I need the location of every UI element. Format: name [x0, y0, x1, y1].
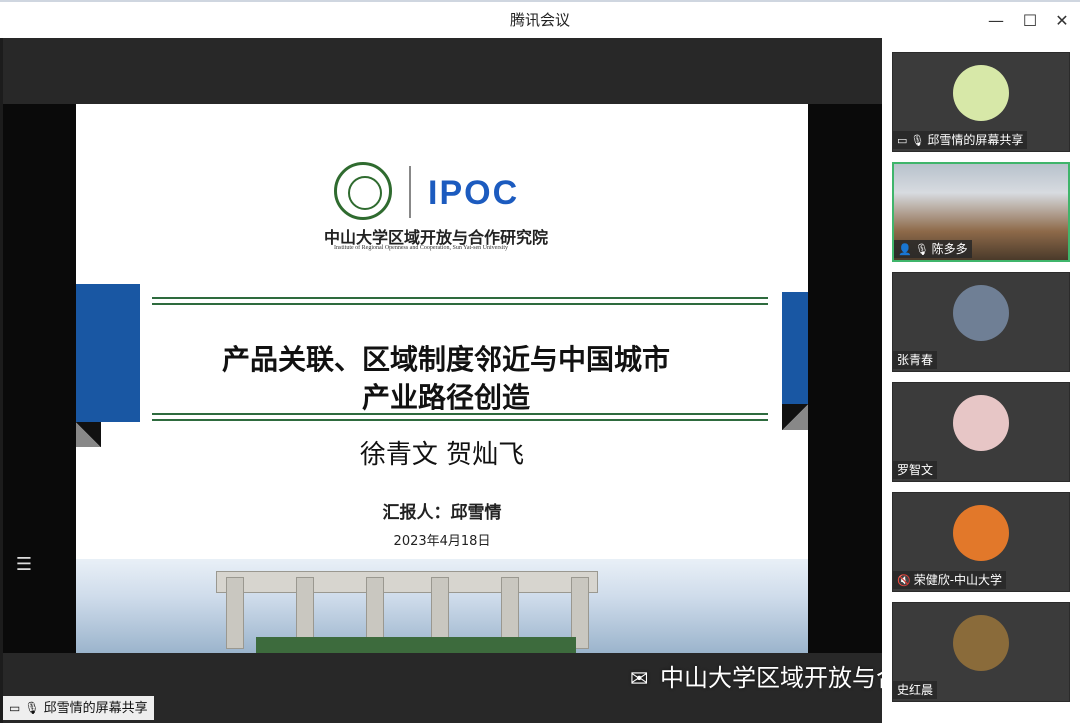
participant-name-tag: 🔇 荣健欣-中山大学	[893, 571, 1007, 589]
decor-block-left	[76, 284, 140, 422]
screen-share-label-text: 邱雪情的屏幕共享	[43, 701, 148, 716]
participant-name: 罗智文	[897, 463, 934, 477]
participant-name-tag: 罗智文	[893, 461, 938, 479]
participant-tile[interactable]: 罗智文	[892, 382, 1070, 482]
avatar	[953, 65, 1009, 121]
participant-name-tag: 👤 🎙 陈多多	[894, 240, 972, 258]
slide-authors: 徐青文 贺灿飞	[359, 440, 525, 470]
avatar	[953, 505, 1009, 561]
participant-name-tag: ▭ 🎙 邱雪情的屏幕共享	[893, 131, 1028, 149]
university-seal-icon	[334, 162, 392, 220]
maximize-button[interactable]: ☐	[1017, 8, 1043, 34]
screen-share-label: ▭ 🎙 邱雪情的屏幕共享	[3, 696, 154, 720]
user-icon: 👤	[898, 243, 912, 256]
screen-share-icon: ▭	[9, 701, 21, 715]
window-titlebar: 腾讯会议 — ☐ ✕	[0, 0, 1080, 38]
slide-title-line1: 产品关联、区域制度邻近与中国城市	[221, 343, 670, 376]
ipoc-logo: IPOC	[428, 174, 520, 212]
mic-icon: 🎙	[910, 134, 925, 147]
mic-icon: 🎙	[914, 243, 929, 256]
letterbox-right	[808, 104, 882, 653]
minimize-button[interactable]: —	[983, 8, 1009, 34]
participant-tile[interactable]: 🔇 荣健欣-中山大学	[892, 492, 1070, 592]
decor-triangle-right	[782, 404, 808, 430]
participant-name: 陈多多	[931, 242, 968, 256]
participant-tile[interactable]: 史红晨	[892, 602, 1070, 702]
mic-icon: 🎙	[24, 701, 40, 715]
campus-gate-image	[76, 559, 808, 653]
slide-date: 2023年4月18日	[393, 534, 491, 549]
screen-share-icon: ▭	[897, 134, 908, 147]
avatar	[953, 285, 1009, 341]
slide-title-line2: 产业路径创造	[361, 381, 530, 414]
mic-muted-icon: 🔇	[897, 574, 911, 587]
title-rule-top	[152, 297, 768, 305]
window-title: 腾讯会议	[509, 11, 570, 29]
participant-name: 邱雪情的屏幕共享	[927, 133, 1024, 147]
participant-tile[interactable]: 张青春	[892, 272, 1070, 372]
institute-logo: IPOC	[334, 162, 544, 222]
menu-list-button[interactable]: ☰	[12, 554, 36, 576]
wechat-icon: ✉	[630, 667, 649, 692]
participants-panel: ▭ 🎙 邱雪情的屏幕共享 👤 🎙 陈多多 张青春 罗智文 🔇 荣健欣-中山大学 史红晨	[882, 38, 1080, 723]
participant-tile[interactable]: 👤 🎙 陈多多	[892, 162, 1070, 262]
logo-divider	[409, 166, 411, 218]
title-rule-bottom	[152, 413, 768, 421]
participant-name: 张青春	[897, 353, 934, 367]
institute-name-en: Institute of Regional Openness and Coope…	[334, 245, 508, 251]
presentation-slide: IPOC 中山大学区域开放与合作研究院 Institute of Regiona…	[76, 104, 808, 653]
close-button[interactable]: ✕	[1049, 8, 1075, 34]
participant-name-tag: 史红晨	[893, 681, 938, 699]
slide-reporter: 汇报人：邱雪情	[382, 503, 502, 523]
participant-name-tag: 张青春	[893, 351, 938, 369]
participant-name: 荣健欣-中山大学	[913, 573, 1003, 587]
avatar	[953, 615, 1009, 671]
avatar	[953, 395, 1009, 451]
participant-tile[interactable]: ▭ 🎙 邱雪情的屏幕共享	[892, 52, 1070, 152]
decor-block-right	[782, 292, 808, 404]
participant-name: 史红晨	[897, 683, 934, 697]
